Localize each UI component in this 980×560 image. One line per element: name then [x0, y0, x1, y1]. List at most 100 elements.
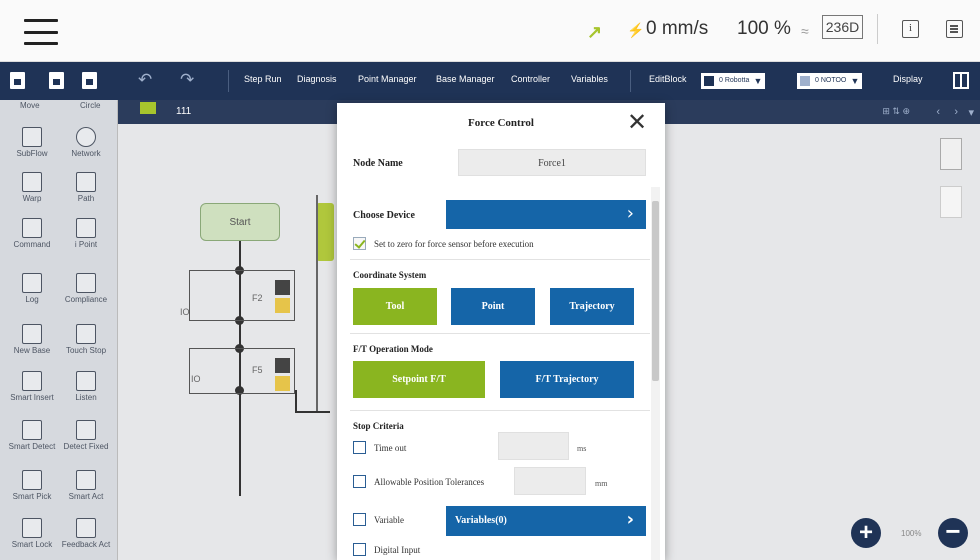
start-node[interactable]: Start: [200, 203, 280, 241]
palette-item-smart-act[interactable]: Smart Act: [58, 470, 114, 501]
node-icon[interactable]: [275, 376, 290, 391]
palette-item-detect-fixed[interactable]: Detect Fixed: [58, 420, 114, 451]
properties-icon[interactable]: [940, 138, 962, 170]
display-button[interactable]: Display: [893, 74, 923, 84]
palette-label: Smart Lock: [11, 540, 53, 549]
undo-icon[interactable]: ↶: [138, 70, 152, 90]
palette-item-network[interactable]: Network: [58, 127, 114, 158]
editblock-button[interactable]: EditBlock: [649, 74, 687, 84]
variables-button-label: Variables(0): [455, 515, 507, 526]
palette-item-new-base[interactable]: New Base: [4, 324, 60, 355]
palette-item-smart-detect[interactable]: Smart Detect: [4, 420, 60, 451]
variables-select-button[interactable]: Variables(0) ›: [446, 506, 646, 536]
palette-item-point[interactable]: i Point: [58, 218, 114, 249]
force-node[interactable]: [316, 203, 334, 261]
flow-marker: [140, 102, 156, 114]
next-icon[interactable]: ›: [954, 106, 958, 118]
canvas-tools-icon[interactable]: ⊞ ⇅ ⊕: [882, 106, 910, 117]
flow-tab[interactable]: 111: [176, 106, 191, 117]
coord-point-button[interactable]: Point: [451, 288, 535, 325]
coordinate-system-label: Coordinate System: [353, 270, 427, 280]
palette-item-smart-pick[interactable]: Smart Pick: [4, 470, 60, 501]
node-icon[interactable]: [275, 280, 290, 295]
palette-item-warp[interactable]: Warp: [4, 172, 60, 203]
scrollbar-thumb[interactable]: [652, 201, 659, 381]
palette-item-subflow[interactable]: SubFlow: [4, 127, 60, 158]
panel-icon[interactable]: [946, 20, 963, 38]
layout-icon[interactable]: [953, 72, 969, 89]
zoom-in-button[interactable]: +: [851, 518, 881, 548]
timeout-checkbox[interactable]: [353, 441, 366, 454]
palette-label: Feedback Act: [61, 540, 111, 549]
status-bar: ↗ ⚡ 0 mm/s 100 % ≈ 236D i: [0, 0, 980, 62]
choose-device-button[interactable]: ›: [446, 200, 646, 229]
palette-move-label[interactable]: Move: [20, 101, 40, 110]
divider: [350, 333, 650, 334]
dialog-scrollbar[interactable]: [651, 187, 660, 560]
variables-button[interactable]: Variables: [571, 74, 608, 84]
prev-icon[interactable]: ‹: [936, 106, 940, 118]
digital-input-checkbox[interactable]: [353, 543, 366, 556]
palette-label: Command: [13, 240, 51, 249]
flow-connector: [316, 195, 318, 411]
tool-dropdown[interactable]: 0 NOTOO ▼: [797, 73, 863, 89]
redo-icon[interactable]: ↷: [180, 70, 194, 90]
palette-item-feedback[interactable]: Feedback Act: [58, 518, 114, 549]
variable-checkbox[interactable]: [353, 513, 366, 526]
setpoint-ft-button[interactable]: Setpoint F/T: [353, 361, 485, 398]
smart-detect-icon: [22, 420, 42, 440]
coord-tool-button[interactable]: Tool: [353, 288, 437, 325]
controller-button[interactable]: Controller: [511, 74, 550, 84]
divider: [630, 70, 631, 92]
palette-item-compliance[interactable]: Compliance: [58, 273, 114, 304]
divider: [350, 259, 650, 260]
speed-readout: 0 mm/s: [646, 18, 709, 39]
chevron-down-icon: ▼: [753, 76, 763, 86]
divider: [877, 14, 878, 44]
palette-item-smart-insert[interactable]: Smart Insert: [4, 371, 60, 402]
palette-item-smart-lock[interactable]: Smart Lock: [4, 518, 60, 549]
step-run-button[interactable]: Step Run: [244, 74, 282, 84]
timeout-field[interactable]: [498, 432, 569, 460]
palette-circle-label[interactable]: Circle: [80, 101, 100, 110]
main-toolbar: ↶ ↷ Step Run Diagnosis Point Manager Bas…: [0, 62, 980, 100]
zoom-out-button[interactable]: −: [938, 518, 968, 548]
save-icon[interactable]: [49, 72, 64, 89]
tolerance-field[interactable]: [514, 467, 586, 495]
palette-label: Smart Insert: [10, 393, 54, 402]
node-icon[interactable]: [275, 358, 290, 373]
palette-label: Listen: [75, 393, 97, 402]
tool-value: 0 NOTOO: [815, 77, 847, 84]
palette-item-path[interactable]: Path: [58, 172, 114, 203]
palette-item-touch-stop[interactable]: Touch Stop: [58, 324, 114, 355]
detect-fixed-icon: [76, 420, 96, 440]
close-icon[interactable]: ✕: [627, 110, 647, 134]
diagnosis-button[interactable]: Diagnosis: [297, 74, 337, 84]
zero-sensor-checkbox[interactable]: [353, 237, 366, 250]
menu-icon[interactable]: [24, 19, 58, 45]
dialog-title: Force Control: [468, 117, 534, 129]
flow-block[interactable]: [189, 270, 295, 321]
node-name-field[interactable]: Force1: [458, 149, 646, 176]
speed-percent[interactable]: 100 %: [737, 18, 791, 40]
smart-insert-icon: [22, 371, 42, 391]
flow-code: IO: [191, 374, 201, 384]
hide-panel-icon[interactable]: [940, 186, 962, 218]
palette-item-listen[interactable]: Listen: [58, 371, 114, 402]
point-manager-button[interactable]: Point Manager: [358, 74, 417, 84]
palette-item-command[interactable]: Command: [4, 218, 60, 249]
palette-label: Path: [77, 194, 95, 203]
coord-trajectory-button[interactable]: Trajectory: [550, 288, 634, 325]
info-icon[interactable]: i: [902, 20, 919, 38]
ft-trajectory-button[interactable]: F/T Trajectory: [500, 361, 634, 398]
chevron-down-icon[interactable]: ▾: [968, 106, 974, 119]
robot-base-dropdown[interactable]: 0 Robotta ▼: [701, 73, 766, 89]
palette-item-log[interactable]: Log: [4, 273, 60, 304]
node-icon[interactable]: [275, 298, 290, 313]
status-badge[interactable]: 236D: [822, 15, 863, 39]
base-manager-button[interactable]: Base Manager: [436, 74, 495, 84]
palette-label: New Base: [13, 346, 51, 355]
save-as-icon[interactable]: [82, 72, 97, 89]
tolerance-checkbox[interactable]: [353, 475, 366, 488]
new-file-icon[interactable]: [10, 72, 25, 89]
